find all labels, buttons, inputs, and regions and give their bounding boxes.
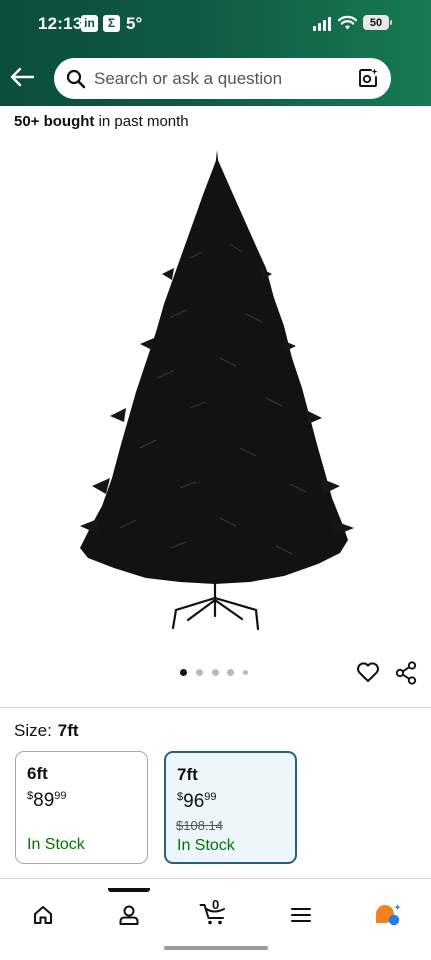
camera-lens-icon[interactable] xyxy=(357,67,379,89)
pagination-dot[interactable] xyxy=(243,670,248,675)
active-tab-indicator xyxy=(108,888,150,892)
search-input[interactable]: Search or ask a question xyxy=(94,69,282,89)
cart-button[interactable]: 0 xyxy=(199,897,229,927)
size-option-price: $9699 xyxy=(177,791,217,812)
home-indicator[interactable] xyxy=(164,946,268,950)
product-image[interactable] xyxy=(70,148,360,638)
size-option-7ft[interactable]: 7ft $9699 $108.14 In Stock xyxy=(164,751,297,864)
search-bar[interactable]: Search or ask a question xyxy=(54,58,391,99)
heart-icon[interactable] xyxy=(356,661,380,683)
sigma-notification-icon: Σ xyxy=(103,15,120,32)
image-pagination-dots[interactable] xyxy=(180,669,250,677)
wifi-icon xyxy=(338,15,357,30)
stock-status: In Stock xyxy=(27,836,85,853)
menu-icon[interactable] xyxy=(291,907,311,923)
search-icon xyxy=(66,69,86,89)
pagination-dot[interactable] xyxy=(227,669,234,676)
linkedin-notification-icon: in xyxy=(81,15,98,32)
pagination-dot[interactable] xyxy=(196,669,203,676)
list-price-strikethrough: $108.14 xyxy=(176,818,223,833)
back-arrow-icon[interactable] xyxy=(9,66,35,88)
pagination-dot[interactable] xyxy=(212,669,219,676)
bought-in-past-month: 50+ bought in past month xyxy=(14,113,189,130)
cellular-signal-icon xyxy=(313,17,333,31)
status-time: 12:13 xyxy=(38,14,83,33)
home-icon[interactable] xyxy=(32,905,54,925)
bought-count: 50+ bought xyxy=(14,113,95,130)
size-selector-label: Size: 7ft xyxy=(14,721,79,741)
app-header: 12:13 in Σ 5° 50 Search or ask a questio… xyxy=(0,0,431,106)
size-option-name: 7ft xyxy=(177,765,198,784)
selected-size: 7ft xyxy=(57,721,79,740)
status-temperature: 5° xyxy=(126,14,143,33)
size-option-6ft[interactable]: 6ft $8999 In Stock xyxy=(15,751,148,864)
size-option-price: $8999 xyxy=(27,790,67,811)
share-icon[interactable] xyxy=(395,661,417,685)
status-bar: 12:13 in Σ 5° 50 xyxy=(0,0,431,48)
battery-indicator: 50 xyxy=(363,15,389,30)
cart-count: 0 xyxy=(212,897,220,912)
battery-tip xyxy=(390,20,392,25)
rufus-assistant-icon[interactable] xyxy=(374,903,402,927)
size-option-name: 6ft xyxy=(27,764,48,783)
stock-status: In Stock xyxy=(177,837,235,854)
account-icon[interactable] xyxy=(118,904,140,926)
section-divider xyxy=(0,878,431,879)
size-label: Size: xyxy=(14,721,52,740)
bought-period: in past month xyxy=(94,113,189,130)
pagination-dot-active[interactable] xyxy=(180,669,187,676)
section-divider xyxy=(0,707,431,708)
